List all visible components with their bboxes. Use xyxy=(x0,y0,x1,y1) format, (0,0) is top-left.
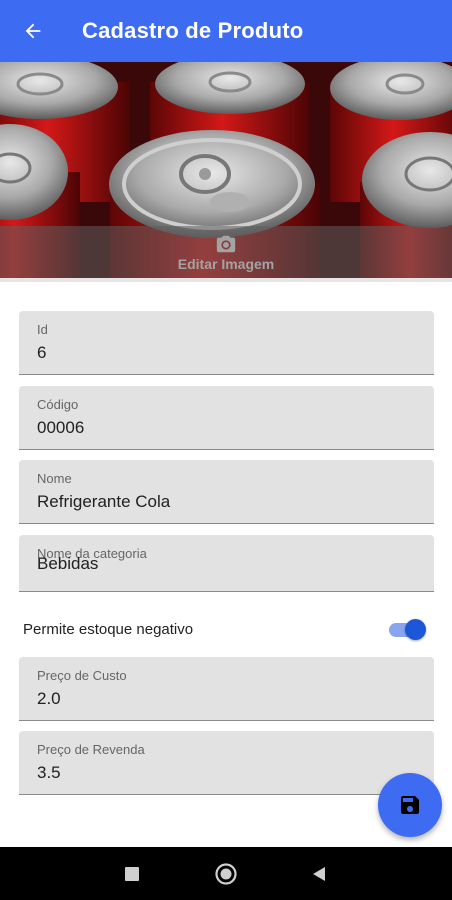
home-circle-icon xyxy=(215,863,237,885)
back-triangle-icon xyxy=(313,867,325,881)
page-title: Cadastro de Produto xyxy=(82,18,304,43)
preco-revenda-label: Preço de Revenda xyxy=(37,742,145,757)
codigo-value: 00006 xyxy=(37,418,85,437)
product-image[interactable]: Editar Imagem xyxy=(0,62,452,282)
preco-custo-label: Preço de Custo xyxy=(37,668,127,683)
edit-image-button[interactable]: Editar Imagem xyxy=(0,226,452,278)
id-label: Id xyxy=(37,322,48,337)
toggle-thumb xyxy=(405,619,426,640)
nome-field[interactable]: Nome Refrigerante Cola xyxy=(19,460,434,524)
home-button[interactable] xyxy=(213,861,239,887)
nome-label: Nome xyxy=(37,471,72,486)
recents-square-icon xyxy=(125,867,139,881)
save-button[interactable] xyxy=(378,773,442,837)
nome-value: Refrigerante Cola xyxy=(37,492,171,511)
codigo-field[interactable]: Código 00006 xyxy=(19,386,434,450)
system-nav-bar xyxy=(0,847,452,900)
estoque-negativo-label: Permite estoque negativo xyxy=(23,621,194,638)
preco-revenda-value: 3.5 xyxy=(37,763,61,782)
estoque-negativo-row: Permite estoque negativo xyxy=(0,604,452,654)
estoque-negativo-toggle[interactable] xyxy=(388,618,428,640)
arrow-back-icon xyxy=(25,23,41,39)
id-value: 6 xyxy=(37,343,47,362)
recents-button[interactable] xyxy=(119,861,145,887)
codigo-label: Código xyxy=(37,397,79,412)
preco-custo-field[interactable]: Preço de Custo 2.0 xyxy=(19,657,434,721)
image-divider xyxy=(0,278,452,282)
edit-image-label: Editar Imagem xyxy=(177,255,275,272)
id-field[interactable]: Id 6 xyxy=(19,311,434,375)
save-icon xyxy=(401,796,419,814)
nav-back-button[interactable] xyxy=(306,861,332,887)
app-bar: Cadastro de Produto xyxy=(0,0,452,62)
camera-icon xyxy=(216,235,236,252)
categoria-value: Bebidas xyxy=(37,554,99,573)
categoria-field[interactable]: Nome da categoria Bebidas xyxy=(19,535,434,592)
preco-revenda-field[interactable]: Preço de Revenda 3.5 xyxy=(19,731,434,795)
preco-custo-value: 2.0 xyxy=(37,689,61,708)
back-button[interactable] xyxy=(17,15,49,47)
